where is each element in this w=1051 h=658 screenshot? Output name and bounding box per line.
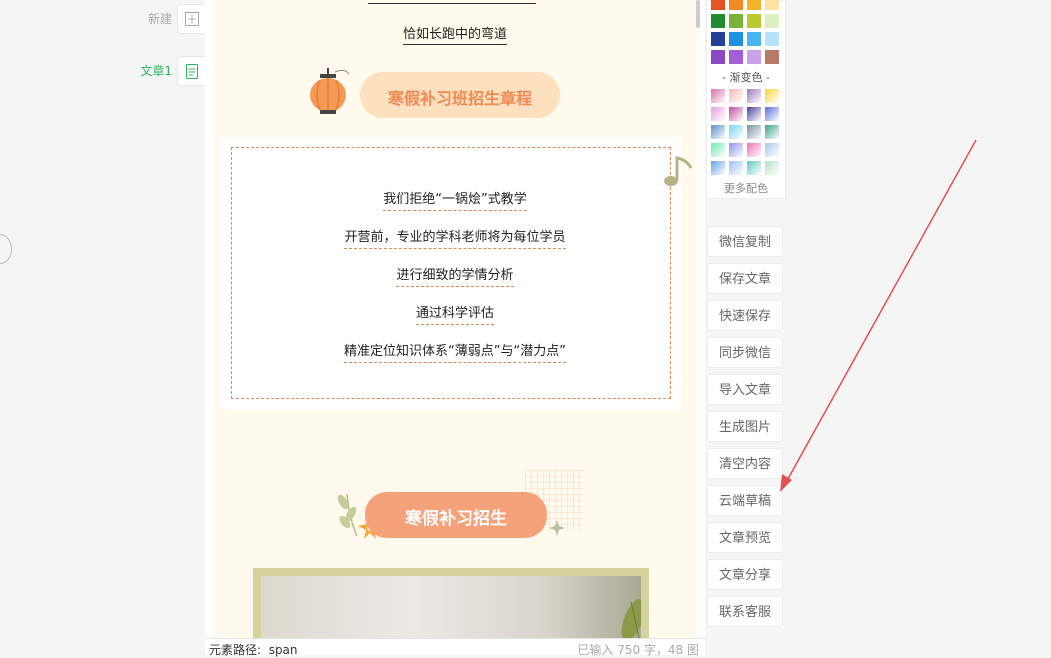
left-sidebar: 新建 文章1 <box>0 0 205 654</box>
gradient-swatch[interactable] <box>747 89 761 103</box>
section1-title: 寒假补习班招生章程 <box>387 89 532 108</box>
card-line-1-text: 我们拒绝“一锅烩”式教学 <box>383 188 527 211</box>
music-note-icon <box>664 156 693 186</box>
gradient-swatch[interactable] <box>711 161 725 175</box>
editor-canvas[interactable]: 恰如长跑中的弯道 寒假补习班招生章程 我们拒绝“一锅烩”式教学 开营前，专业的学… <box>205 0 705 640</box>
element-path-value: span <box>268 643 298 657</box>
color-swatch[interactable] <box>711 14 725 28</box>
document-icon <box>185 63 198 79</box>
card-line-3: 进行细致的学情分析 <box>213 264 697 287</box>
card-line-4-text: 通过科学评估 <box>415 302 494 325</box>
tool-button[interactable]: 联系客服 <box>707 596 783 627</box>
element-path: 元素路径: span <box>209 641 298 658</box>
color-swatch[interactable] <box>729 32 743 46</box>
gradient-swatch[interactable] <box>711 143 725 157</box>
article-1-button[interactable] <box>177 56 205 86</box>
color-swatch[interactable] <box>747 14 761 28</box>
gradient-swatch[interactable] <box>765 107 779 121</box>
color-swatch[interactable] <box>765 32 779 46</box>
color-swatch[interactable] <box>747 32 761 46</box>
gradient-swatch[interactable] <box>711 107 725 121</box>
card-line-3-text: 进行细致的学情分析 <box>396 264 514 287</box>
new-article-item[interactable]: 新建 <box>0 4 205 34</box>
lantern-icon <box>310 68 350 114</box>
gradient-swatch[interactable] <box>729 143 743 157</box>
element-path-label: 元素路径: <box>209 643 262 657</box>
color-swatch[interactable] <box>729 0 743 10</box>
article-body: 恰如长跑中的弯道 寒假补习班招生章程 我们拒绝“一锅烩”式教学 开营前，专业的学… <box>213 0 697 640</box>
card-line-5-text: 精准定位知识体系“薄弱点”与“潜力点” <box>344 340 566 363</box>
tool-button[interactable]: 文章预览 <box>707 522 783 553</box>
new-article-button[interactable] <box>177 4 205 34</box>
color-swatch[interactable] <box>729 14 743 28</box>
color-swatch[interactable] <box>711 0 725 10</box>
section1-badge: 寒假补习班招生章程 <box>360 72 560 118</box>
color-swatch[interactable] <box>711 50 725 64</box>
plus-icon <box>184 12 199 26</box>
card-line-1: 我们拒绝“一锅烩”式教学 <box>213 188 697 211</box>
color-swatch[interactable] <box>765 50 779 64</box>
previous-line-underline <box>368 3 536 4</box>
gradient-swatch[interactable] <box>729 125 743 139</box>
annotation-arrow <box>780 139 977 492</box>
word-count: 已输入 750 字，48 图 <box>577 643 699 657</box>
color-swatch[interactable] <box>765 14 779 28</box>
gradient-swatch[interactable] <box>747 143 761 157</box>
subtitle-text: 恰如长跑中的弯道 <box>402 27 507 45</box>
new-label: 新建 <box>147 12 172 26</box>
card-line-2: 开营前，专业的学科老师将为每位学员 <box>213 226 697 249</box>
gradient-swatch[interactable] <box>729 89 743 103</box>
section2-badge: 寒假补习招生 <box>365 492 547 538</box>
photo-image <box>261 576 641 640</box>
collapse-handle[interactable] <box>0 234 12 264</box>
tool-button[interactable]: 文章分享 <box>707 559 783 590</box>
article-1-item[interactable]: 文章1 <box>0 56 205 86</box>
gradient-swatch[interactable] <box>765 89 779 103</box>
photo-frame <box>253 568 649 640</box>
color-swatch[interactable] <box>747 0 761 10</box>
color-swatch[interactable] <box>765 0 779 10</box>
gradient-swatch[interactable] <box>747 125 761 139</box>
gradient-swatch[interactable] <box>747 161 761 175</box>
gradient-swatch[interactable] <box>747 107 761 121</box>
sparkle-icon <box>549 520 565 536</box>
section2-title: 寒假补习招生 <box>405 509 507 529</box>
card-line-4: 通过科学评估 <box>213 302 697 325</box>
color-swatch[interactable] <box>729 50 743 64</box>
editor-scrollbar[interactable] <box>696 0 700 28</box>
card-line-5: 精准定位知识体系“薄弱点”与“潜力点” <box>213 340 697 363</box>
gradient-swatch[interactable] <box>711 125 725 139</box>
plant-leaf-image <box>621 599 641 640</box>
article-1-label: 文章1 <box>140 64 172 78</box>
color-swatch[interactable] <box>747 50 761 64</box>
subtitle-line: 恰如长跑中的弯道 <box>213 23 697 45</box>
gradient-swatch[interactable] <box>711 89 725 103</box>
color-swatch[interactable] <box>711 32 725 46</box>
gradient-swatch[interactable] <box>729 107 743 121</box>
status-bar: 元素路径: span 已输入 750 字，48 图 <box>205 638 705 658</box>
gradient-title: - 渐变色 - <box>722 71 770 84</box>
card-line-2-text: 开营前，专业的学科老师将为每位学员 <box>344 226 566 249</box>
gradient-swatch[interactable] <box>729 161 743 175</box>
